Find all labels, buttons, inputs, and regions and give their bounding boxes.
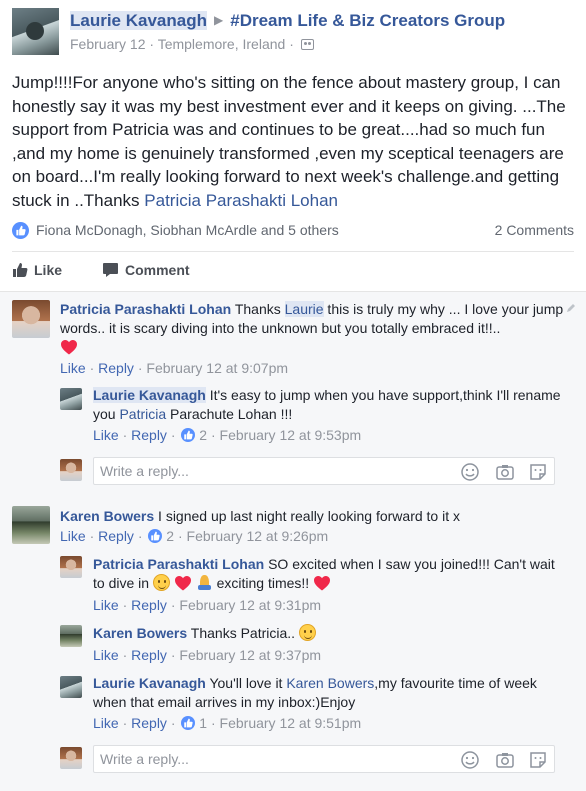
reply-text: Laurie Kavanagh It's easy to jump when y… xyxy=(93,387,561,422)
heart-emoji-icon xyxy=(61,340,77,355)
like-count[interactable]: 2 xyxy=(199,427,207,443)
reply-text: Laurie Kavanagh You'll love it Karen Bow… xyxy=(93,675,537,710)
smile-emoji-icon xyxy=(152,574,170,591)
heart-emoji-icon xyxy=(314,576,331,591)
reply-avatar[interactable] xyxy=(60,388,82,410)
reply-input[interactable] xyxy=(100,750,400,768)
reply-reply-link[interactable]: Reply xyxy=(131,427,167,443)
comment-meta: Like · Reply · 2 · February 12 at 9:26pm xyxy=(60,528,329,544)
reply-avatar[interactable] xyxy=(60,556,82,578)
like-reaction-icon[interactable] xyxy=(12,222,29,239)
like-count-icon[interactable] xyxy=(181,428,196,442)
reply-like-link[interactable]: Like xyxy=(93,647,119,663)
post-location[interactable]: Templemore, Ireland xyxy=(158,36,286,52)
reply-meta: Like · Reply · 1 · February 12 at 9:51pm xyxy=(93,715,362,731)
thumbs-up-icon xyxy=(12,262,28,281)
smile-emoji-icon xyxy=(298,624,316,641)
comment-reply-link[interactable]: Reply xyxy=(98,528,134,544)
post-mention-link[interactable]: Patricia Parashakti Lohan xyxy=(144,191,338,210)
reply-meta: Like · Reply · 2 · February 12 at 9:53pm xyxy=(93,427,362,443)
post-date[interactable]: February 12 xyxy=(70,36,145,52)
reply-meta: Like · Reply · February 12 at 9:31pm xyxy=(93,597,322,613)
reply-like-link[interactable]: Like xyxy=(93,597,119,613)
reply-box xyxy=(93,745,555,773)
reply-meta: Like · Reply · February 12 at 9:37pm xyxy=(93,647,322,663)
emoji-icon[interactable] xyxy=(460,750,480,770)
reply-timestamp[interactable]: February 12 at 9:51pm xyxy=(220,715,362,731)
reply-reply-link[interactable]: Reply xyxy=(131,647,167,663)
comment-reply-link[interactable]: Reply xyxy=(98,360,134,376)
comment-text: Patricia Parashakti Lohan Thanks Laurie … xyxy=(60,300,565,357)
reply-author-link[interactable]: Patricia Parashakti Lohan xyxy=(93,556,264,572)
divider xyxy=(12,251,574,252)
reply-author-link[interactable]: Karen Bowers xyxy=(93,625,187,641)
like-button[interactable]: Like xyxy=(12,262,62,281)
comment-bubble-icon xyxy=(102,262,119,281)
like-count[interactable]: 2 xyxy=(166,528,174,544)
like-count[interactable]: 1 xyxy=(199,715,207,731)
reply-timestamp[interactable]: February 12 at 9:37pm xyxy=(179,647,321,663)
post-author-link[interactable]: Laurie Kavanagh xyxy=(70,11,207,30)
reply-input[interactable] xyxy=(100,462,400,480)
comments-section: Patricia Parashakti Lohan Thanks Laurie … xyxy=(0,291,586,791)
post-header: Laurie Kavanagh ▶ #Dream Life & Biz Creato… xyxy=(12,8,582,58)
reply-text: Patricia Parashakti Lohan SO excited whe… xyxy=(93,556,555,591)
heart-emoji-icon xyxy=(174,576,191,591)
group-link[interactable]: #Dream Life & Biz Creators Group xyxy=(230,11,505,30)
reply-reply-link[interactable]: Reply xyxy=(131,715,167,731)
comment-tag-link[interactable]: Laurie xyxy=(284,301,324,317)
post-title: Laurie Kavanagh ▶ #Dream Life & Biz Creato… xyxy=(70,11,505,31)
comment-meta: Like · Reply · February 12 at 9:07pm xyxy=(60,360,289,376)
reactors-list[interactable]: Fiona McDonagh, Siobhan McArdle and 5 ot… xyxy=(36,222,339,238)
reply-avatar[interactable] xyxy=(60,625,82,647)
current-user-avatar xyxy=(60,459,82,481)
pencil-icon[interactable] xyxy=(566,300,576,318)
post-body-text: Jump!!!!For anyone who's sitting on the … xyxy=(12,73,566,210)
like-count-icon[interactable] xyxy=(148,529,163,543)
like-count-icon[interactable] xyxy=(181,716,196,730)
comment-text: Karen Bowers I signed up last night real… xyxy=(60,508,460,524)
reply-timestamp[interactable]: February 12 at 9:31pm xyxy=(179,597,321,613)
reply-reply-link[interactable]: Reply xyxy=(131,597,167,613)
post-meta: February 12 · Templemore, Ireland · xyxy=(70,36,314,52)
comment-button[interactable]: Comment xyxy=(102,262,190,281)
comment-like-link[interactable]: Like xyxy=(60,528,86,544)
comment-timestamp[interactable]: February 12 at 9:07pm xyxy=(146,360,288,376)
comment-author-link[interactable]: Karen Bowers xyxy=(60,508,154,524)
comment-like-link[interactable]: Like xyxy=(60,360,86,376)
pray-emoji-icon xyxy=(196,574,213,591)
reply-author-link[interactable]: Laurie Kavanagh xyxy=(93,387,206,403)
camera-icon[interactable] xyxy=(495,750,515,770)
reply-mention-link[interactable]: Patricia xyxy=(119,406,166,422)
post-author-avatar[interactable] xyxy=(12,8,59,55)
reply-box xyxy=(93,457,555,485)
reply-like-link[interactable]: Like xyxy=(93,427,119,443)
facebook-group-post: Laurie Kavanagh ▶ #Dream Life & Biz Creato… xyxy=(0,0,586,791)
commenter-avatar[interactable] xyxy=(12,506,50,544)
comment-author-link[interactable]: Patricia Parashakti Lohan xyxy=(60,301,231,317)
commenter-avatar[interactable] xyxy=(12,300,50,338)
sticker-icon[interactable] xyxy=(528,462,548,482)
sticker-icon[interactable] xyxy=(528,750,548,770)
reply-mention-link[interactable]: Karen Bowers xyxy=(286,675,374,691)
post-body: Jump!!!!For anyone who's sitting on the … xyxy=(12,71,574,212)
group-audience-icon[interactable] xyxy=(300,39,314,50)
reply-like-link[interactable]: Like xyxy=(93,715,119,731)
reply-author-link[interactable]: Laurie Kavanagh xyxy=(93,675,206,691)
camera-icon[interactable] xyxy=(495,462,515,482)
reply-avatar[interactable] xyxy=(60,676,82,698)
comment-count-link[interactable]: 2 Comments xyxy=(495,222,574,238)
reactions-summary: Fiona McDonagh, Siobhan McArdle and 5 ot… xyxy=(12,220,574,242)
comment-timestamp[interactable]: February 12 at 9:26pm xyxy=(187,528,329,544)
emoji-icon[interactable] xyxy=(460,462,480,482)
shared-to-arrow-icon: ▶ xyxy=(214,13,224,27)
reply-text: Karen Bowers Thanks Patricia.. xyxy=(93,624,563,643)
reply-timestamp[interactable]: February 12 at 9:53pm xyxy=(220,427,362,443)
current-user-avatar xyxy=(60,747,82,769)
